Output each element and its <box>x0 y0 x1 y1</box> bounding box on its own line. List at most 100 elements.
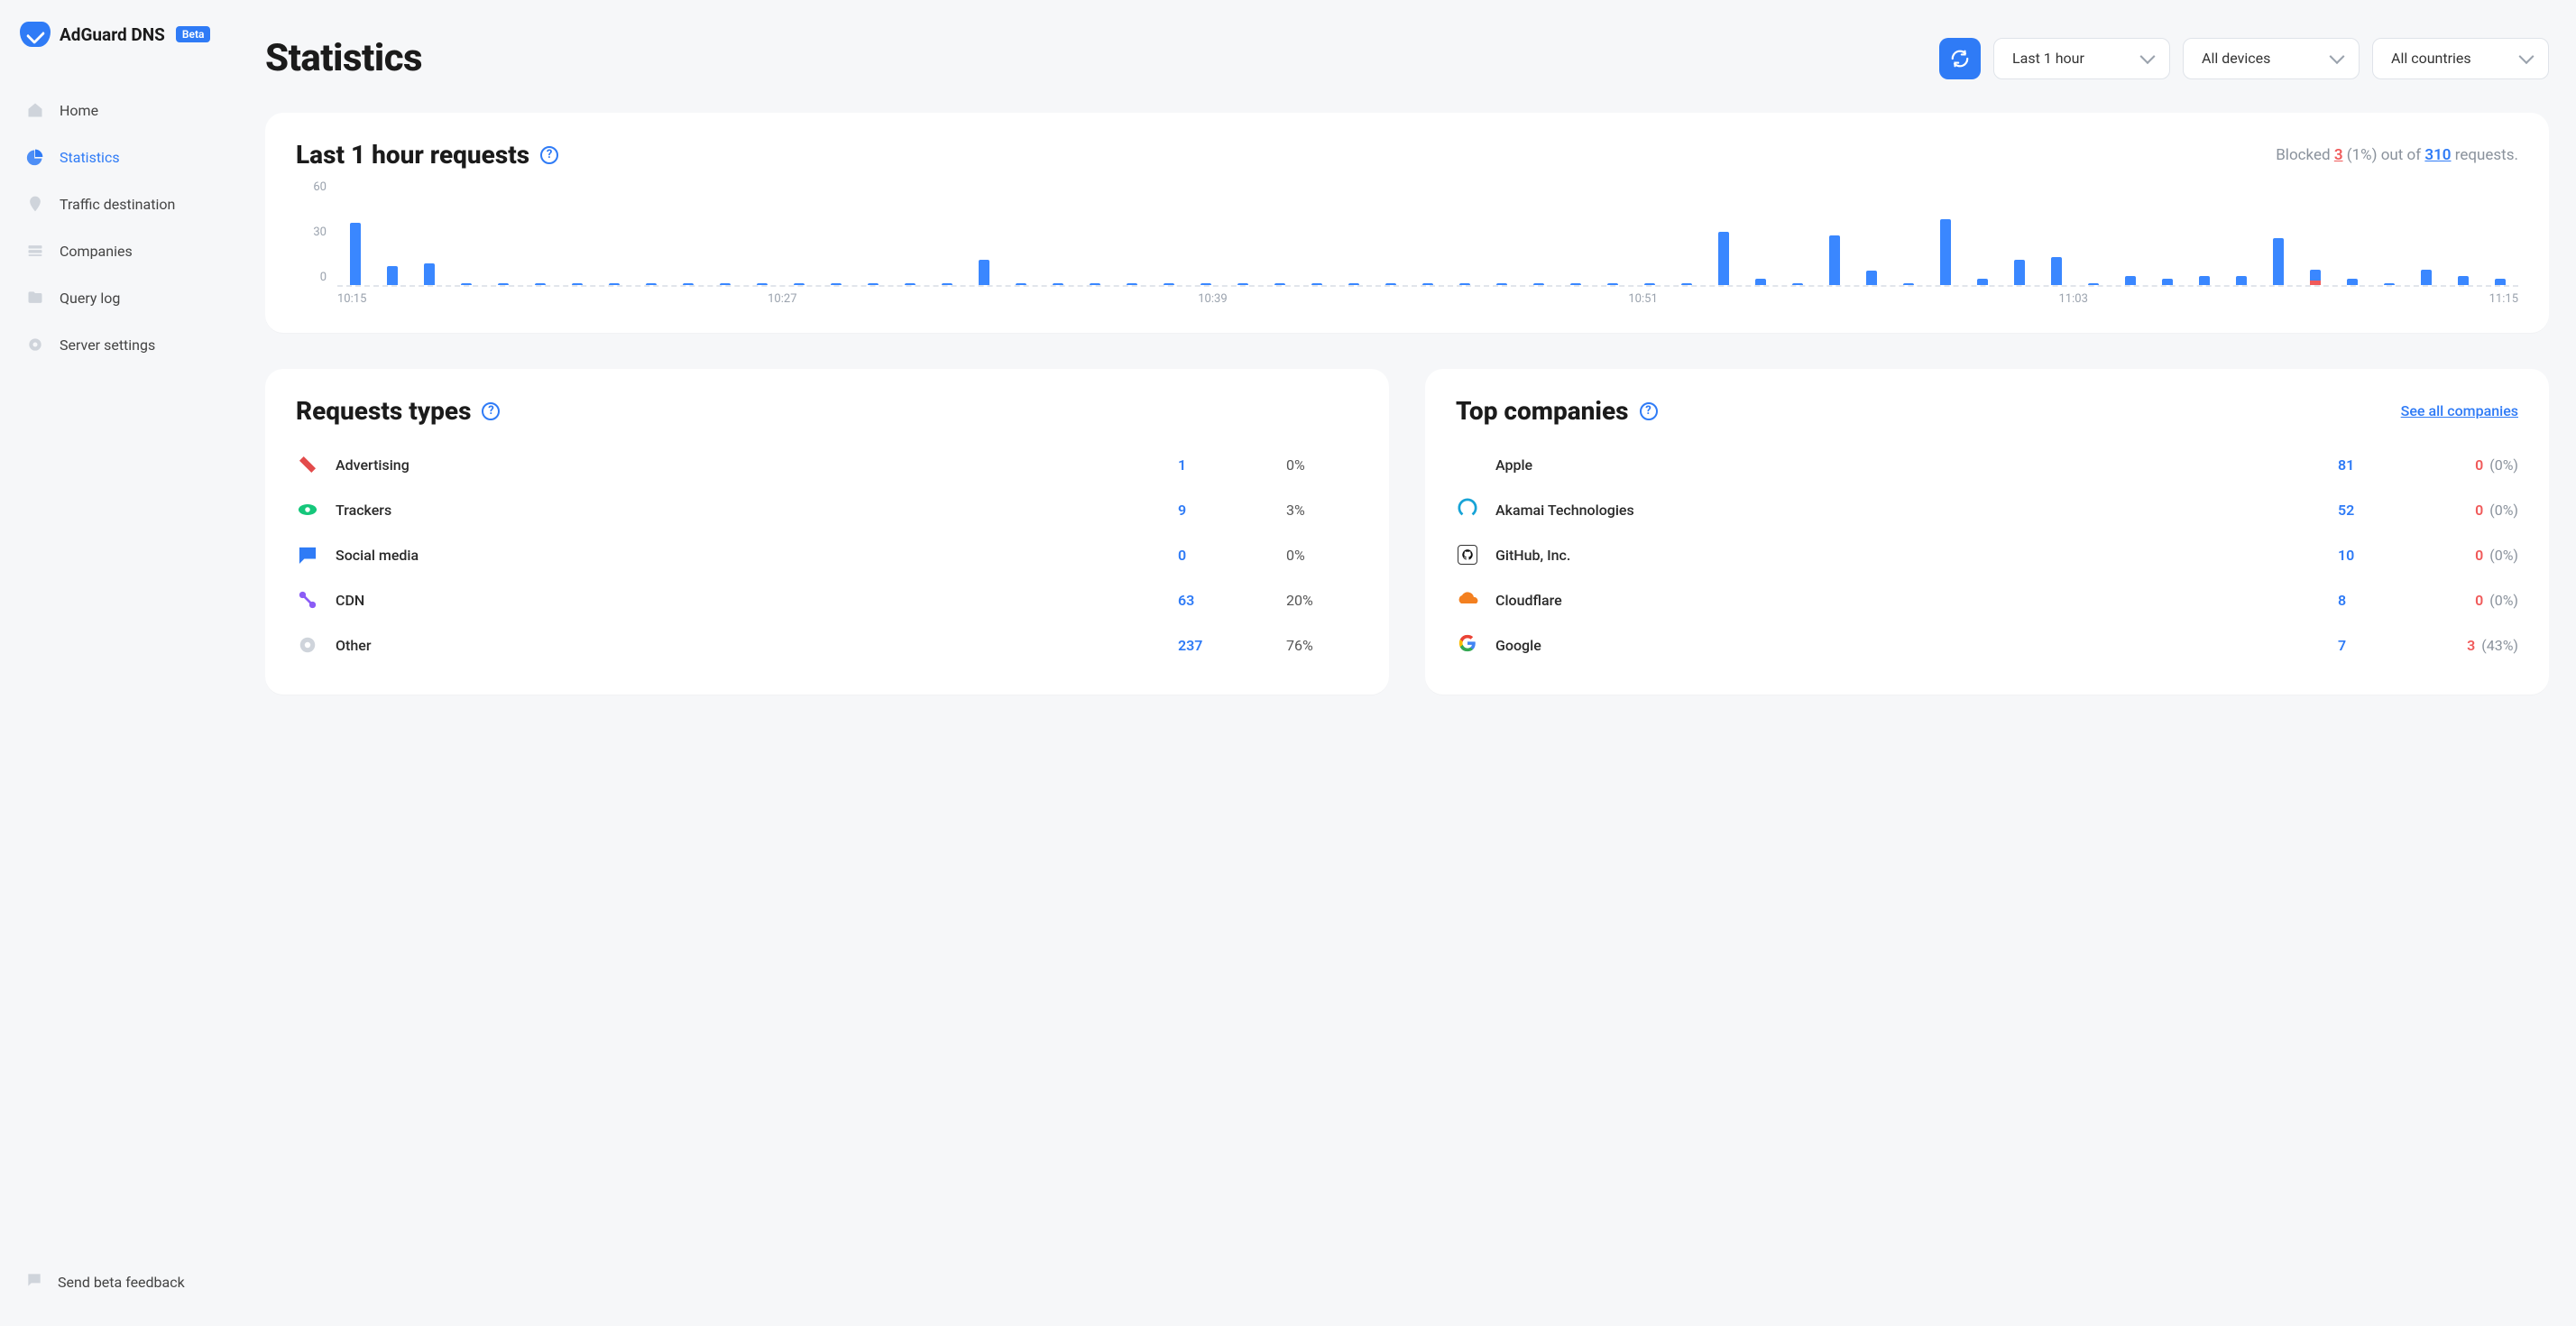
cloudflare-icon <box>1456 588 1479 612</box>
chart-bar[interactable] <box>2014 260 2025 285</box>
help-icon[interactable]: ? <box>482 402 500 420</box>
chart-bar[interactable] <box>2162 279 2173 285</box>
request-type-label: Other <box>336 637 1178 654</box>
company-row[interactable]: Apple810 (0%) <box>1456 442 2518 487</box>
company-row[interactable]: GitHub, Inc.100 (0%) <box>1456 532 2518 577</box>
chart-bar[interactable] <box>2236 276 2247 285</box>
company-row[interactable]: Google73 (43%) <box>1456 622 2518 668</box>
request-type-row[interactable]: CDN6320% <box>296 577 1358 622</box>
chart-bar[interactable] <box>868 283 879 285</box>
chart-bar[interactable] <box>1053 283 1063 285</box>
chart-bar[interactable] <box>1607 283 1618 285</box>
feedback-label: Send beta feedback <box>58 1274 185 1291</box>
chart-bar[interactable] <box>1016 283 1026 285</box>
chart-bar[interactable] <box>2273 238 2284 285</box>
chart-bar[interactable] <box>1274 283 1285 285</box>
company-row[interactable]: Cloudflare80 (0%) <box>1456 577 2518 622</box>
company-count: 8 <box>2338 592 2410 609</box>
sidebar-item-statistics[interactable]: Statistics <box>20 135 227 179</box>
chart-bar[interactable] <box>1644 283 1655 285</box>
send-beta-feedback-link[interactable]: Send beta feedback <box>20 1259 227 1304</box>
chart-bar[interactable] <box>2310 270 2321 285</box>
chart-bar[interactable] <box>1201 283 1211 285</box>
chart-bar[interactable] <box>1977 279 1988 285</box>
chart-bar[interactable] <box>757 283 768 285</box>
chart-bar[interactable] <box>1385 283 1396 285</box>
company-name: Google <box>1495 637 2338 654</box>
chart-bar[interactable] <box>1681 283 1692 285</box>
chart-bar[interactable] <box>1090 283 1100 285</box>
chart-bar[interactable] <box>1348 283 1359 285</box>
request-type-row[interactable]: Advertising10% <box>296 442 1358 487</box>
chart-bar[interactable] <box>2199 276 2210 285</box>
request-type-row[interactable]: Other23776% <box>296 622 1358 668</box>
chart-bar[interactable] <box>572 283 583 285</box>
chart-bar[interactable] <box>1940 219 1951 285</box>
chart-bar[interactable] <box>1496 283 1507 285</box>
chart-bar[interactable] <box>424 263 435 285</box>
chart-bar[interactable] <box>609 283 620 285</box>
chart-bar[interactable] <box>387 266 398 285</box>
chart-bar[interactable] <box>2458 276 2469 285</box>
chart-bar[interactable] <box>646 283 657 285</box>
chart-bar[interactable] <box>1237 283 1248 285</box>
chart-bar[interactable] <box>1533 283 1544 285</box>
chart-bar[interactable] <box>1570 283 1581 285</box>
chart-bar[interactable] <box>942 283 952 285</box>
chart-bar[interactable] <box>461 283 472 285</box>
chart-bar[interactable] <box>1127 283 1137 285</box>
country-select[interactable]: All countries <box>2372 38 2549 79</box>
request-type-row[interactable]: Social media00% <box>296 532 1358 577</box>
sidebar-item-traffic-destination[interactable]: Traffic destination <box>20 182 227 226</box>
chart-bar[interactable] <box>2495 279 2506 285</box>
chart-bar[interactable] <box>2421 270 2432 285</box>
blocked-count-link[interactable]: 3 <box>2334 146 2343 164</box>
sidebar-item-home[interactable]: Home <box>20 88 227 132</box>
see-all-companies-link[interactable]: See all companies <box>2401 402 2518 419</box>
chart-bar[interactable] <box>1866 271 1877 285</box>
chart-bar[interactable] <box>350 223 361 285</box>
refresh-button[interactable] <box>1939 38 1981 79</box>
page-header: Statistics Last 1 hour All devices All c… <box>265 36 2549 80</box>
chart-bar[interactable] <box>683 283 694 285</box>
request-type-row[interactable]: Trackers93% <box>296 487 1358 532</box>
chart-bar[interactable] <box>905 283 915 285</box>
chart-bar[interactable] <box>1829 235 1840 285</box>
chart-bar[interactable] <box>498 283 509 285</box>
total-requests-link[interactable]: 310 <box>2424 146 2451 164</box>
chart-bar[interactable] <box>2347 279 2358 285</box>
chart-bar[interactable] <box>1311 283 1322 285</box>
time-range-select[interactable]: Last 1 hour <box>1993 38 2170 79</box>
chart-bar[interactable] <box>1903 283 1914 285</box>
chart-bar[interactable] <box>831 283 842 285</box>
sidebar-item-server-settings[interactable]: Server settings <box>20 323 227 366</box>
company-blocked: 0 (0%) <box>2410 547 2518 564</box>
company-row[interactable]: Akamai Technologies520 (0%) <box>1456 487 2518 532</box>
chart-bar[interactable] <box>1459 283 1470 285</box>
chart-bar[interactable] <box>1718 232 1729 285</box>
chart-y-axis: 60 30 0 <box>296 186 332 281</box>
request-type-count: 0 <box>1178 547 1286 564</box>
sidebar-item-label: Query log <box>60 290 120 307</box>
chart-bar[interactable] <box>1164 283 1174 285</box>
chart-bar[interactable] <box>2088 283 2099 285</box>
brand-logo-row[interactable]: AdGuard DNS Beta <box>20 22 227 47</box>
device-select[interactable]: All devices <box>2183 38 2360 79</box>
chart-bar[interactable] <box>1422 283 1433 285</box>
help-icon[interactable]: ? <box>1640 402 1658 420</box>
chart-bar[interactable] <box>2384 283 2395 285</box>
chart-bar[interactable] <box>535 283 546 285</box>
company-blocked: 0 (0%) <box>2410 592 2518 609</box>
social-icon <box>296 543 319 566</box>
sidebar-item-companies[interactable]: Companies <box>20 229 227 272</box>
brand-logo-icon <box>20 22 51 47</box>
chart-bar[interactable] <box>979 260 989 285</box>
help-icon[interactable]: ? <box>540 146 558 164</box>
chart-bar[interactable] <box>794 283 805 285</box>
sidebar-item-query-log[interactable]: Query log <box>20 276 227 319</box>
chart-bar[interactable] <box>2051 257 2062 285</box>
chart-bar[interactable] <box>1755 279 1766 285</box>
chart-bar[interactable] <box>2125 276 2136 285</box>
chart-bar[interactable] <box>720 283 731 285</box>
chart-bar[interactable] <box>1792 283 1803 285</box>
